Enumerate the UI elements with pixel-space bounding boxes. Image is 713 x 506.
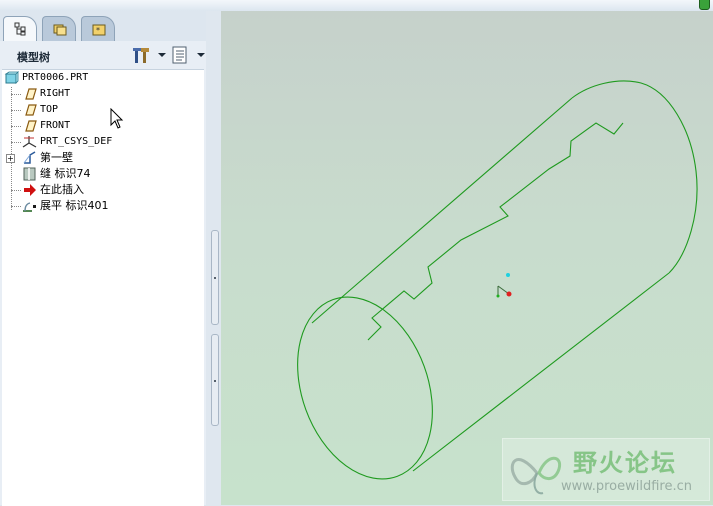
tree-item-label: TOP <box>40 104 59 115</box>
sheetmetal-wall-icon <box>23 151 36 164</box>
navigator-tab-strip: * <box>0 11 206 42</box>
show-options-icon <box>172 46 187 64</box>
model-tree[interactable]: PRT0006.PRT RIGHT TOP FRONT PRT_CSYS_DEF… <box>2 69 204 506</box>
rip-seam-edge <box>367 122 624 341</box>
insert-here-arrow-icon <box>24 184 36 196</box>
svg-text:*: * <box>96 26 100 35</box>
forum-watermark: 野火论坛 www.proewildfire.cn <box>502 438 710 501</box>
watermark-title: 野火论坛 <box>573 449 677 477</box>
splitter-sash-upper[interactable] <box>211 230 219 325</box>
model-tree-title: 模型树 <box>17 51 50 64</box>
mouse-pointer-icon <box>110 108 124 129</box>
tab-folder-browser[interactable] <box>42 16 76 41</box>
tab-model-tree[interactable] <box>3 16 37 42</box>
tree-connector <box>11 110 21 111</box>
coordinate-system-icon <box>22 136 37 148</box>
tree-item-label: 展平 标识401 <box>40 199 109 212</box>
datum-plane-icon <box>25 120 37 132</box>
grip-dot-icon <box>214 277 216 279</box>
cylinder-far-end-edge <box>571 80 698 274</box>
tree-item-label: PRT0006.PRT <box>22 72 89 83</box>
favorites-icon: * <box>92 24 106 36</box>
folder-browser-icon <box>53 24 67 36</box>
tree-item-label: 缝 标识74 <box>40 167 91 180</box>
tree-item-label: FRONT <box>40 120 71 131</box>
tree-connector <box>11 87 12 210</box>
datum-plane-icon <box>25 104 37 116</box>
show-menu-button[interactable] <box>171 44 205 66</box>
chevron-down-icon <box>197 53 205 57</box>
settings-tools-icon <box>133 48 149 63</box>
sheetmetal-cylinder-model[interactable] <box>221 11 713 505</box>
cylinder-top-silhouette <box>311 97 573 324</box>
navigator-panel: * 模型树 PRT0006.PRT RIGHT TOP FRONT PRT_CS… <box>0 11 206 506</box>
tab-favorites[interactable]: * <box>81 16 115 41</box>
tree-connector <box>11 190 21 191</box>
settings-menu-button[interactable] <box>132 44 166 66</box>
graphics-window[interactable] <box>221 11 713 505</box>
tree-connector <box>11 94 21 95</box>
tree-item-label: 在此插入 <box>40 183 84 196</box>
model-tree-icon <box>14 22 26 36</box>
cylinder-near-end-edge <box>297 296 433 480</box>
tree-connector <box>11 126 21 127</box>
chevron-down-icon <box>158 53 166 57</box>
model-tree-header: 模型树 <box>0 41 206 69</box>
tree-item-label: 第一壁 <box>40 151 73 164</box>
datum-plane-icon <box>25 88 37 100</box>
coordinate-system-marker <box>496 273 512 298</box>
butterfly-logo-icon <box>510 456 562 495</box>
part-icon <box>4 71 19 84</box>
splitter-sash-lower[interactable] <box>211 334 219 426</box>
tree-item-label: PRT_CSYS_DEF <box>40 136 113 147</box>
tree-item-label: RIGHT <box>40 88 71 99</box>
tree-connector <box>11 206 21 207</box>
unbend-icon <box>23 202 36 212</box>
rip-icon <box>23 167 36 181</box>
grip-dot-icon <box>214 380 216 382</box>
status-indicator-icon <box>699 0 710 10</box>
expand-toggle-icon[interactable]: + <box>6 154 15 163</box>
watermark-url: www.proewildfire.cn <box>561 479 692 494</box>
panel-splitter[interactable] <box>206 11 221 505</box>
tree-connector <box>11 142 21 143</box>
